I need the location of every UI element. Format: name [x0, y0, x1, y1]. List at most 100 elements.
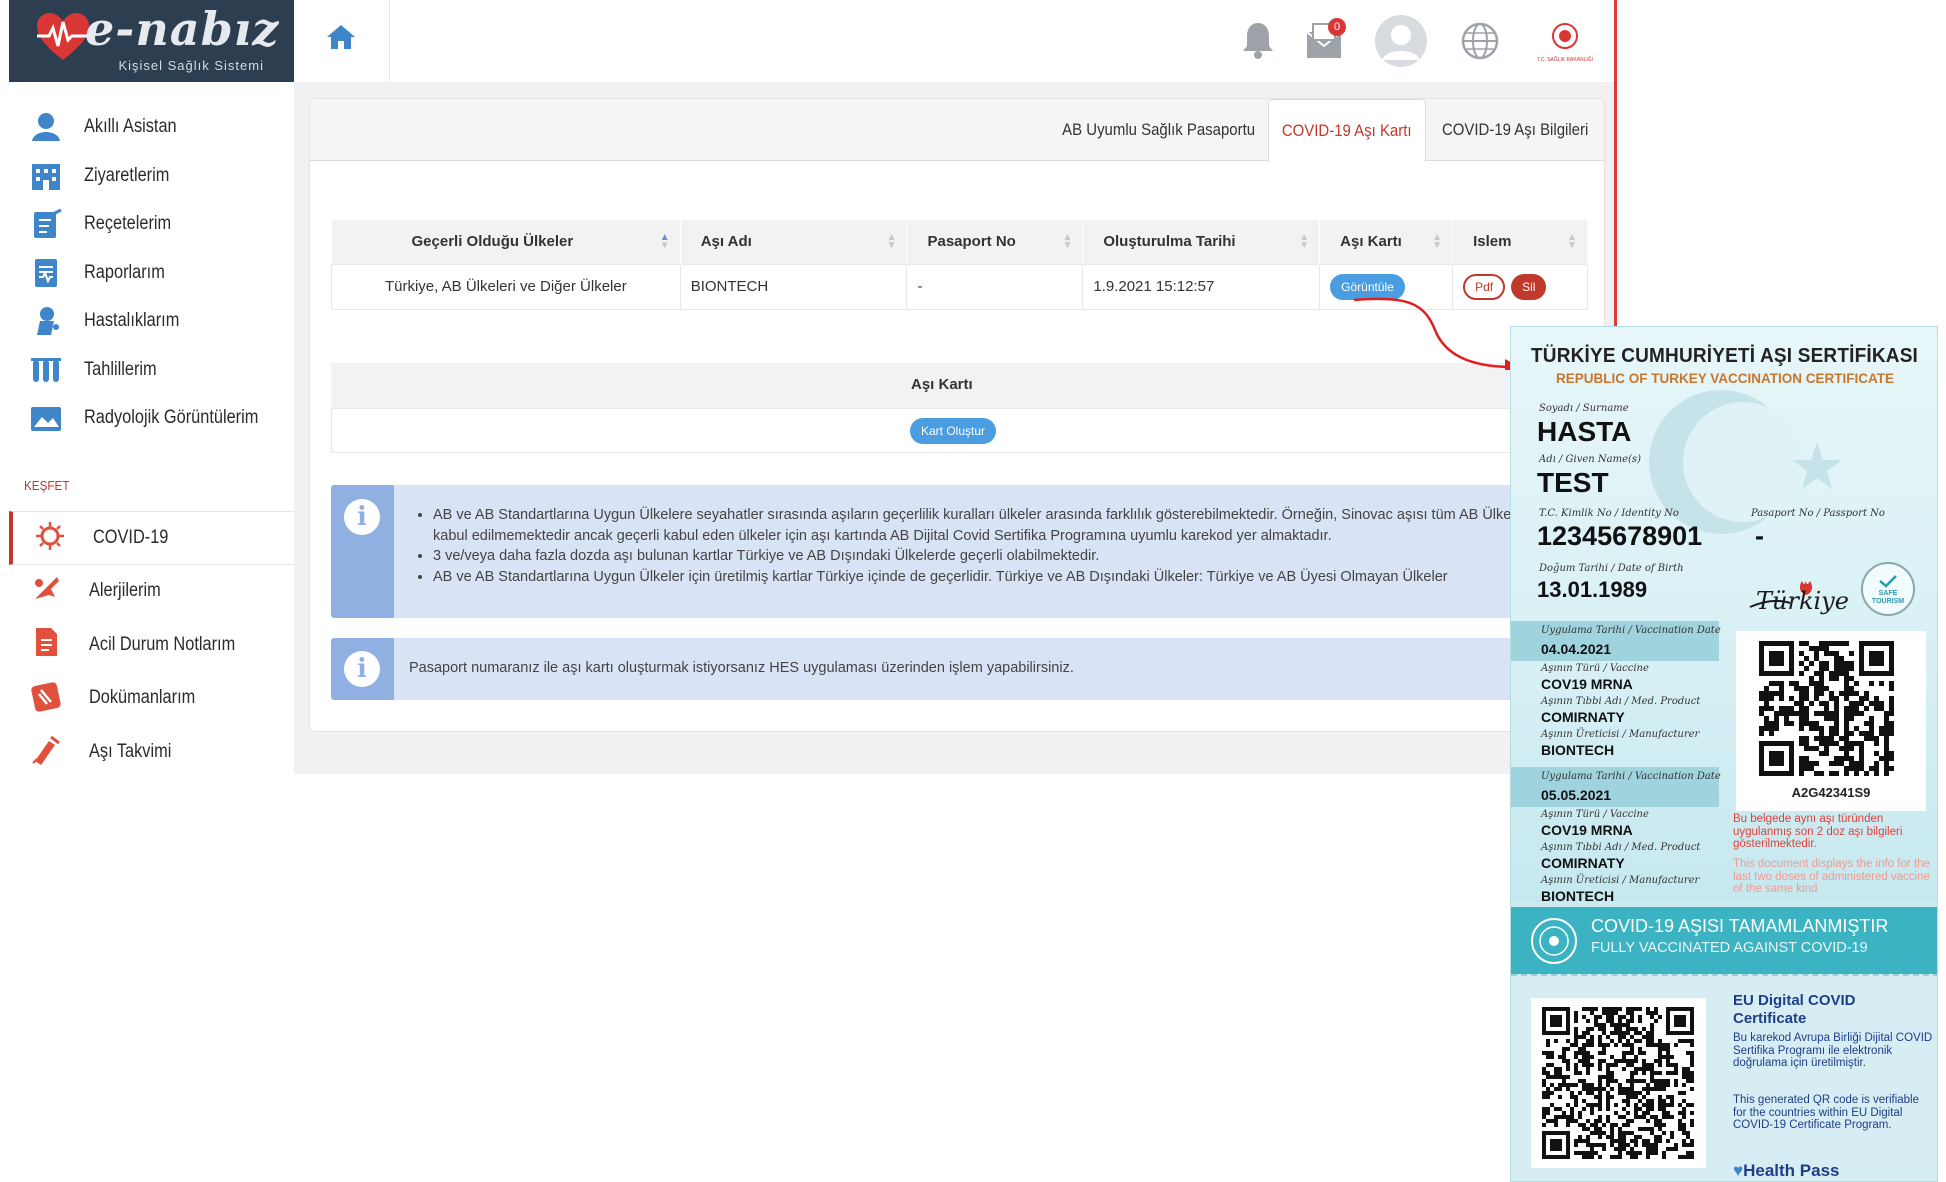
- sidebar-item-radyolojik[interactable]: Radyolojik Görüntülerim: [9, 394, 294, 443]
- user-avatar-icon[interactable]: [1374, 14, 1428, 68]
- turkiye-logo-text: Türkiye: [1756, 587, 1849, 615]
- info-bullet: AB ve AB Standartlarına Uygun Ülkelere s…: [433, 505, 1583, 546]
- dose-date: 04.04.2021: [1541, 641, 1612, 657]
- sort-icon: ▲ ▼: [659, 232, 670, 251]
- ministry-logo[interactable]: T.C. SAĞLIK BAKANLIĞI: [1534, 22, 1596, 63]
- dose-date: 05.05.2021: [1541, 787, 1612, 803]
- sort-icon: ▲ ▼: [1567, 232, 1577, 251]
- name-value: TEST: [1537, 467, 1609, 498]
- tab-strip: AB Uyumlu Sağlık Pasaportu COVID-19 Aşı …: [310, 99, 1604, 162]
- eu-qr-code-icon: [1542, 1007, 1694, 1159]
- column-header-vaccine[interactable]: Aşı Adı ▲ ▼: [680, 220, 908, 264]
- sort-icon: ▲ ▼: [886, 232, 897, 251]
- logo-subtitle: Kişisel Sağlık Sistemi: [118, 58, 264, 73]
- sidebar-item-covid19[interactable]: COVID-19: [9, 511, 294, 565]
- qr-code-icon: [1759, 641, 1894, 776]
- disease-icon: [37, 307, 59, 335]
- info-rules-list: AB ve AB Standartlarına Uygun Ülkelere s…: [433, 505, 1583, 587]
- dose-maker: BIONTECH: [1541, 742, 1615, 758]
- sidebar-item-label: Dokümanlarım: [89, 687, 196, 709]
- section-label-kesfet: KEŞFET: [24, 478, 70, 493]
- sidebar-item-raporlarim[interactable]: Raporlarım: [9, 249, 294, 298]
- note-en: This document displays the info for the …: [1733, 858, 1930, 895]
- sidebar-item-tahlillerim[interactable]: Tahlillerim: [9, 346, 294, 395]
- sidebar-item-label: Alerjilerim: [89, 580, 161, 602]
- note-tr: Bu belgede aynı aşı türünden uygulanmış …: [1733, 813, 1903, 850]
- sidebar-item-label: Reçetelerim: [84, 213, 172, 235]
- dose-product-label: Aşının Tıbbi Adı / Med. Product: [1541, 696, 1701, 707]
- info-box-hes: i Pasaport numaranız ile aşı kartı oluşt…: [331, 638, 1599, 700]
- column-header-countries[interactable]: Geçerli Olduğu Ülkeler ▲ ▼: [331, 220, 681, 264]
- heart-icon: ♥: [1733, 1161, 1744, 1180]
- column-header-created[interactable]: Oluşturulma Tarihi ▲ ▼: [1082, 220, 1321, 264]
- page-edge-line: [1614, 0, 1617, 360]
- sidebar-item-label: Radyolojik Görüntülerim: [84, 407, 259, 429]
- sidebar-item-label: Hastalıklarım: [84, 310, 180, 332]
- assistant-icon: [32, 113, 60, 141]
- eu-certificate-title: EU Digital COVID Certificate: [1733, 992, 1856, 1027]
- virus-icon: [36, 522, 64, 550]
- sidebar-item-label: Tahlillerim: [84, 358, 157, 380]
- ministry-seal-icon: [1531, 918, 1577, 964]
- sidebar-item-ziyaretlerim[interactable]: Ziyaretlerim: [9, 152, 294, 201]
- column-header-passport[interactable]: Pasaport No ▲ ▼: [906, 220, 1084, 264]
- sidebar-item-label: Akıllı Asistan: [84, 116, 177, 138]
- sidebar-item-acil-durum[interactable]: Acil Durum Notlarım: [9, 618, 294, 672]
- band-title-en: FULLY VACCINATED AGAINST COVID-19: [1591, 940, 1868, 956]
- dose-maker: BIONTECH: [1541, 888, 1615, 904]
- dose-product: COMIRNATY: [1541, 709, 1625, 725]
- home-icon[interactable]: [324, 20, 358, 54]
- info-bullet: AB ve AB Standartlarına Uygun Ülkeler iç…: [433, 567, 1583, 588]
- sidebar-item-hastaliklarim[interactable]: Hastalıklarım: [9, 297, 294, 346]
- cell-created: 1.9.2021 15:12:57: [1082, 263, 1321, 310]
- prescription-icon: [34, 208, 62, 238]
- card-section-title: Aşı Kartı: [911, 376, 973, 393]
- national-qr-panel: A2G42341S9: [1736, 631, 1926, 811]
- sidebar-item-alerjilerim[interactable]: Alerjilerim: [9, 565, 294, 619]
- column-header-card[interactable]: Aşı Kartı ▲ ▼: [1319, 220, 1454, 264]
- sidebar-explore: COVID-19 Alerjilerim Acil Durum Notlarım…: [9, 511, 294, 779]
- health-pass-text: Health Pass: [1743, 1161, 1840, 1180]
- sidebar-item-dokumanlarim[interactable]: Dokümanlarım: [9, 672, 294, 726]
- tab-ab-passport[interactable]: AB Uyumlu Sağlık Pasaportu: [1050, 99, 1268, 161]
- table-header-row: Geçerli Olduğu Ülkeler ▲ ▼ Aşı Adı ▲ ▼ Pasap…: [331, 220, 1588, 264]
- fully-vaccinated-band: COVID-19 AŞISI TAMAMLANMIŞTIR FULLY VACC…: [1511, 907, 1937, 974]
- globe-icon[interactable]: [1461, 22, 1499, 60]
- report-icon: [35, 258, 57, 287]
- eu-text-en: This generated QR code is verifiable for…: [1733, 1094, 1920, 1131]
- passport-label: Pasaport No / Passport No: [1751, 508, 1885, 519]
- sidebar-item-recetelerim[interactable]: Reçetelerim: [9, 200, 294, 249]
- info-bullet: 3 ve/veya daha fazla dozda aşı bulunan k…: [433, 546, 1583, 567]
- name-label: Adı / Given Name(s): [1539, 454, 1641, 465]
- sidebar-item-label: COVID-19: [93, 526, 169, 548]
- create-card-button[interactable]: Kart Oluştur: [910, 418, 997, 444]
- cell-vaccine: BIONTECH: [679, 263, 908, 310]
- dose-2-date-band: Uygulama Tarihi / Vaccination Date 05.05…: [1511, 767, 1721, 807]
- column-header-action[interactable]: Islem ▲ ▼: [1452, 220, 1588, 264]
- radiology-icon: [31, 407, 61, 431]
- info-box-rules: i AB ve AB Standartlarına Uygun Ülkelere…: [331, 485, 1599, 618]
- vaccine-calendar-icon: [32, 735, 60, 765]
- sidebar-item-asi-takvimi[interactable]: Aşı Takvimi: [9, 725, 294, 779]
- sidebar-item-label: Ziyaretlerim: [84, 164, 170, 186]
- surname-value: HASTA: [1537, 416, 1632, 447]
- bell-icon[interactable]: [1241, 20, 1275, 60]
- top-bar: 0 T.C. SAĞLIK BAKANLIĞI: [294, 0, 1614, 82]
- dose-type: COV19 MRNA: [1541, 822, 1633, 838]
- safe-tourism-text: SAFE TOURISM: [1871, 590, 1905, 605]
- divider: [389, 0, 390, 82]
- mail-button[interactable]: 0: [1304, 18, 1348, 60]
- document-icon: [31, 681, 61, 712]
- tab-covid-card[interactable]: COVID-19 Aşı Kartı: [1268, 99, 1426, 162]
- tab-covid-info[interactable]: COVID-19 Aşı Bilgileri: [1426, 99, 1604, 161]
- dose-product: COMIRNATY: [1541, 855, 1625, 871]
- sidebar-item-akilli-asistan[interactable]: Akıllı Asistan: [9, 103, 294, 152]
- app-logo[interactable]: e-nabız Kişisel Sağlık Sistemi: [9, 0, 294, 82]
- dose-type-label: Aşının Türü / Vaccine: [1541, 663, 1649, 674]
- allergy-icon: [35, 576, 59, 599]
- ministry-caption: T.C. SAĞLIK BAKANLIĞI: [1536, 57, 1594, 63]
- sidebar: Akıllı Asistan Ziyaretlerim Reçetelerim …: [9, 103, 294, 443]
- callout-arrow-icon: [1353, 297, 1520, 370]
- heart-pulse-icon: [37, 13, 89, 60]
- safe-tourism-badge: SAFE TOURISM: [1861, 562, 1915, 616]
